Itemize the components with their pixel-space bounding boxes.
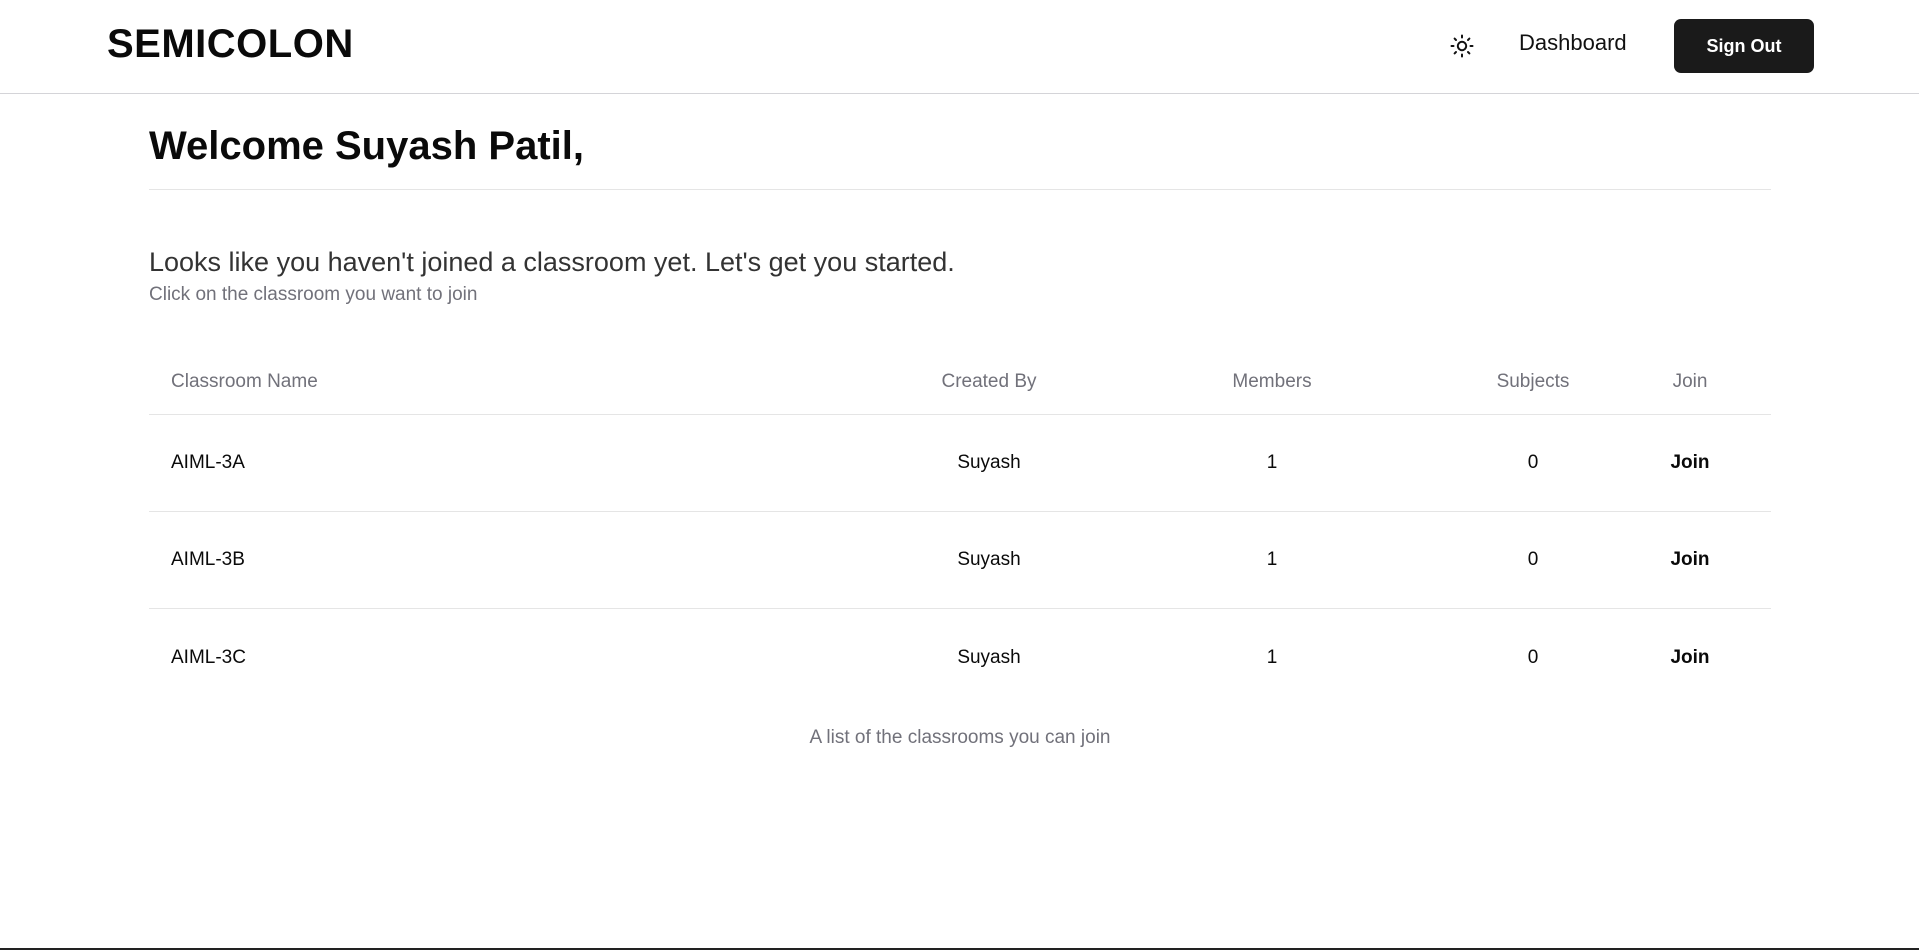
members-count: 1	[1266, 549, 1278, 570]
created-by: Suyash	[957, 646, 1021, 668]
join-hint-text: Click on the classroom you want to join	[149, 284, 478, 305]
top-navbar: SEMICOLON Dashboard Sign Out	[0, 0, 1919, 94]
members-count: 1	[1266, 646, 1278, 668]
classroom-name: AIML-3B	[171, 549, 245, 570]
theme-toggle-button[interactable]	[1448, 32, 1476, 60]
subjects-count: 0	[1527, 452, 1539, 473]
table-row: AIML-3C Suyash 1 0 Join	[149, 609, 1771, 706]
table-caption: A list of the classrooms you can join	[809, 727, 1111, 748]
subjects-count: 0	[1527, 549, 1539, 570]
join-button[interactable]: Join	[1640, 647, 1740, 669]
join-button[interactable]: Join	[1640, 452, 1740, 474]
nav-dashboard-link[interactable]: Dashboard	[1519, 30, 1627, 56]
table-row: AIML-3B Suyash 1 0 Join	[149, 512, 1771, 609]
column-header-created-by: Created By	[941, 371, 1037, 392]
classroom-name: AIML-3C	[171, 646, 246, 668]
divider	[149, 189, 1771, 190]
classroom-name: AIML-3A	[171, 452, 245, 473]
column-header-classroom-name: Classroom Name	[171, 371, 318, 392]
join-button[interactable]: Join	[1640, 549, 1740, 571]
column-header-members: Members	[1232, 371, 1312, 392]
column-header-subjects: Subjects	[1496, 371, 1570, 392]
welcome-heading: Welcome Suyash Patil,	[149, 124, 584, 168]
empty-state-subtitle: Looks like you haven't joined a classroo…	[149, 247, 955, 277]
column-header-join: Join	[1672, 371, 1708, 392]
table-header-row: Classroom Name Created By Members Subjec…	[149, 350, 1771, 415]
brand-logo[interactable]: SEMICOLON	[107, 22, 354, 67]
sign-out-button[interactable]: Sign Out	[1674, 19, 1814, 73]
sun-icon	[1450, 34, 1474, 58]
created-by: Suyash	[957, 452, 1021, 473]
classrooms-table: Classroom Name Created By Members Subjec…	[149, 350, 1771, 706]
table-row: AIML-3A Suyash 1 0 Join	[149, 415, 1771, 512]
members-count: 1	[1266, 452, 1278, 473]
subjects-count: 0	[1527, 646, 1539, 668]
created-by: Suyash	[957, 549, 1021, 570]
